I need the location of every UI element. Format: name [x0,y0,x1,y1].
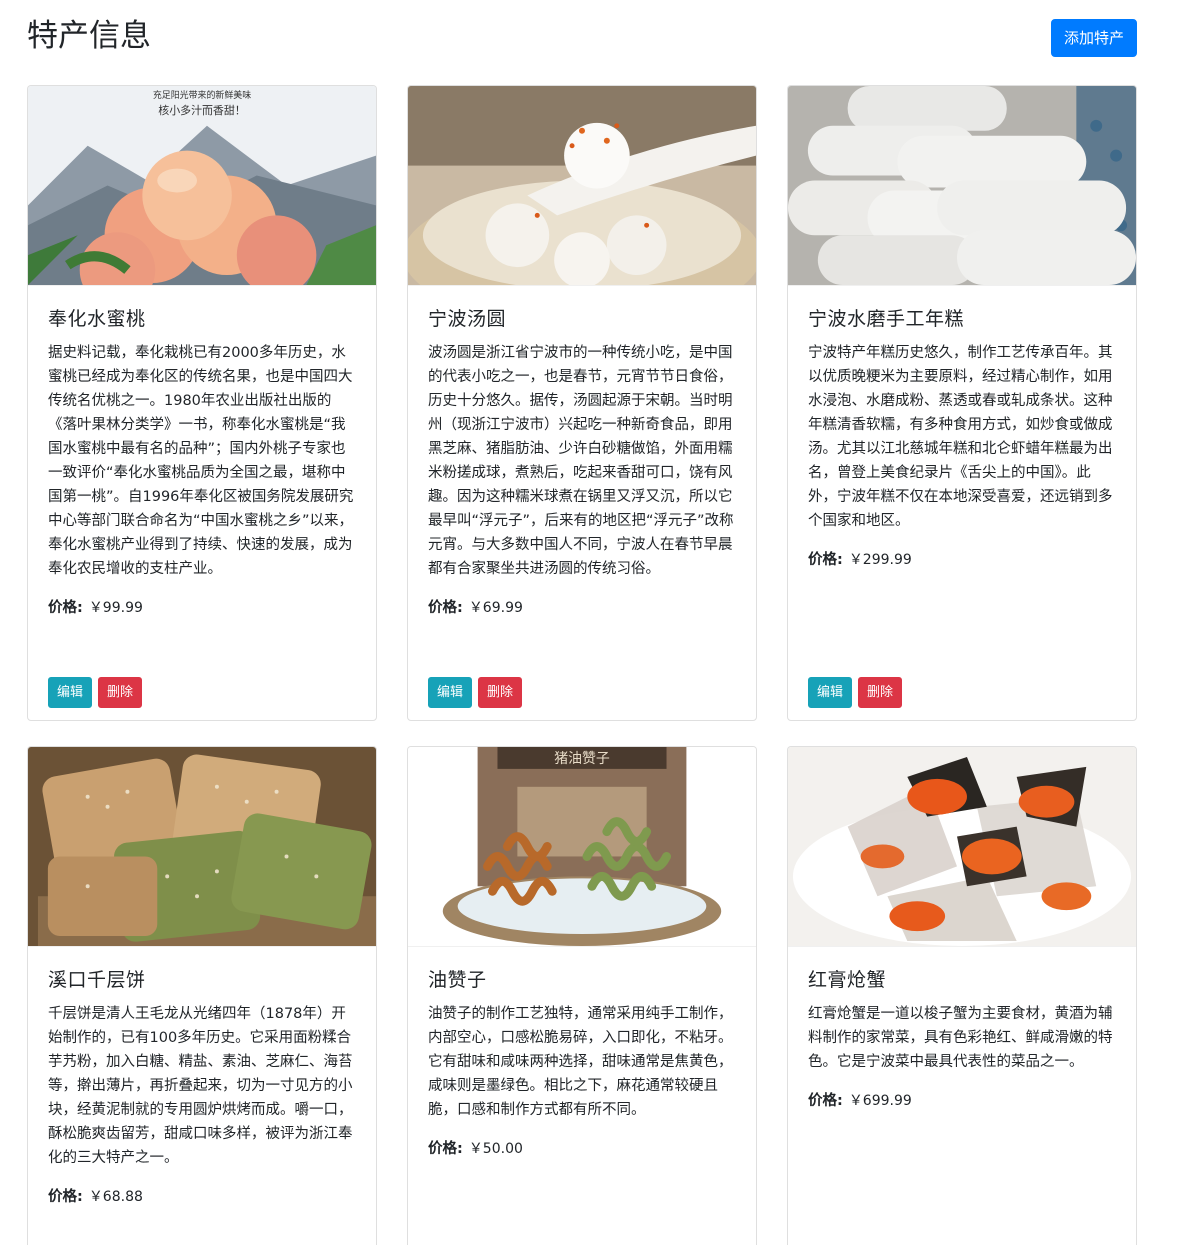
product-image-qianceng-bing [28,747,376,947]
product-image-tangyuan [408,86,756,286]
price-value: ￥50.00 [468,1141,523,1157]
product-price: 价格: ￥69.99 [428,596,736,620]
edit-button[interactable]: 编辑 [48,677,93,708]
product-card: 溪口千层饼 千层饼是清人王毛龙从光绪四年（1878年）开始制作的，已有100多年… [27,746,377,1245]
price-value: ￥99.99 [88,600,143,616]
price-value: ￥68.88 [88,1189,143,1205]
price-value: ￥299.99 [848,552,912,568]
product-name: 奉化水蜜桃 [48,308,146,330]
product-name: 油赞子 [428,969,487,991]
product-name: 宁波水磨手工年糕 [808,308,965,330]
product-image-crab [788,747,1136,947]
delete-button[interactable]: 删除 [478,677,523,708]
product-description: 宁波特产年糕历史悠久，制作工艺传承百年。其以优质晚粳米为主要原料，经过精心制作，… [808,345,1113,529]
product-card: 宁波水磨手工年糕 宁波特产年糕历史悠久，制作工艺传承百年。其以优质晚粳米为主要原… [787,85,1137,721]
delete-button[interactable]: 删除 [858,677,903,708]
product-price: 价格: ￥699.99 [808,1089,1116,1113]
delete-button[interactable]: 删除 [98,677,143,708]
product-name: 红膏炝蟹 [808,969,887,991]
product-description: 波汤圆是浙江省宁波市的一种传统小吃，是中国的代表小吃之一，也是春节，元宵节节日食… [428,345,734,577]
add-product-button[interactable]: 添加特产 [1050,19,1137,57]
product-price: 价格: ￥99.99 [48,596,356,620]
product-card: 猪油赞子 油赞子 油赞子的制作工艺独特，通常采用纯手工制作，内部空心，口感松脆易… [407,746,757,1245]
product-image-niangao [788,86,1136,286]
price-label: 价格: [808,1093,843,1109]
product-description: 油赞子的制作工艺独特，通常采用纯手工制作，内部空心，口感松脆易碎，入口即化，不粘… [428,1006,733,1118]
price-value: ￥699.99 [848,1093,912,1109]
price-label: 价格: [808,552,843,568]
price-label: 价格: [48,600,83,616]
image-caption: 充足阳光带来的新鲜美味 [153,89,251,101]
product-description: 据史料记载，奉化栽桃已有2000多年历史，水蜜桃已经成为奉化区的传统名果，也是中… [48,345,354,577]
product-name: 溪口千层饼 [48,969,146,991]
price-value: ￥69.99 [468,600,523,616]
product-image-youzanzi: 猪油赞子 [408,747,756,947]
product-name: 宁波汤圆 [428,308,507,330]
product-image-peach: 充足阳光带来的新鲜美味 核小多汁而香甜！ [28,86,376,286]
image-caption: 猪油赞子 [554,751,610,767]
image-caption: 核小多汁而香甜！ [158,103,245,117]
page-header: 特产信息 添加特产 [27,0,1137,80]
price-label: 价格: [428,1141,463,1157]
product-card: 充足阳光带来的新鲜美味 核小多汁而香甜！ 奉化水蜜桃 据史料记载，奉化栽桃已有2… [27,85,377,721]
price-label: 价格: [48,1189,83,1205]
edit-button[interactable]: 编辑 [808,677,853,708]
product-description: 红膏炝蟹是一道以梭子蟹为主要食材，黄酒为辅料制作的家常菜，具有色彩艳红、鲜咸滑嫩… [808,1006,1113,1070]
price-label: 价格: [428,600,463,616]
product-price: 价格: ￥299.99 [808,548,1116,572]
product-description: 千层饼是清人王毛龙从光绪四年（1878年）开始制作的，已有100多年历史。它采用… [48,1006,353,1166]
product-card: 宁波汤圆 波汤圆是浙江省宁波市的一种传统小吃，是中国的代表小吃之一，也是春节，元… [407,85,757,721]
product-price: 价格: ￥68.88 [48,1185,356,1209]
product-price: 价格: ￥50.00 [428,1137,736,1161]
edit-button[interactable]: 编辑 [428,677,473,708]
product-card: 红膏炝蟹 红膏炝蟹是一道以梭子蟹为主要食材，黄酒为辅料制作的家常菜，具有色彩艳红… [787,746,1137,1245]
page-title: 特产信息 [27,18,151,54]
